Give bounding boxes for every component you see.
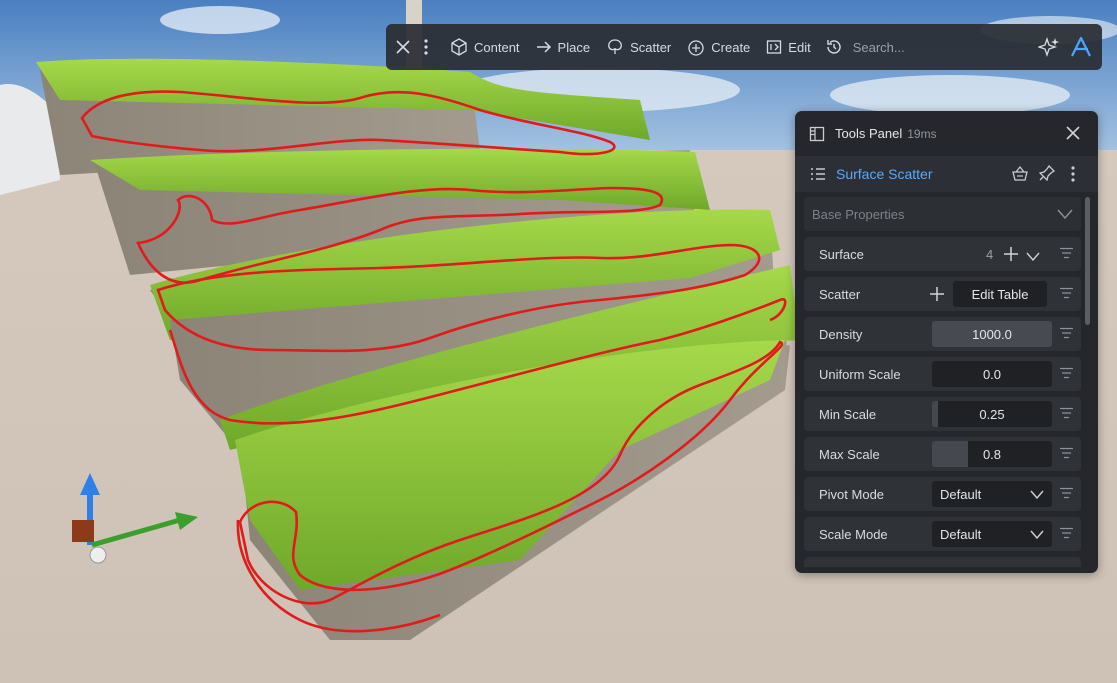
uniform-scale-label: Uniform Scale [819, 366, 901, 382]
panel-title: Tools Panel [835, 126, 903, 141]
content-button[interactable]: Content [442, 24, 528, 70]
edit-table-button[interactable]: Edit Table [953, 281, 1047, 307]
pivot-mode-label: Pivot Mode [819, 486, 885, 502]
tools-panel: Tools Panel 19ms Surface Scatter Base Pr… [795, 111, 1098, 573]
toolbar-menu-button[interactable] [420, 24, 432, 70]
row-menu-icon[interactable] [1060, 487, 1073, 499]
pivot-mode-row: Pivot Mode Default [804, 477, 1081, 511]
min-scale-row: Min Scale 0.25 [804, 397, 1081, 431]
chevron-down-icon [1026, 252, 1040, 262]
max-scale-slider[interactable]: 0.8 [932, 441, 1052, 467]
max-scale-label: Max Scale [819, 446, 880, 462]
history-icon [827, 40, 841, 54]
density-field[interactable]: 1000.0 [932, 321, 1052, 347]
close-panel-button[interactable] [1065, 125, 1081, 144]
scale-mode-label: Scale Mode [819, 526, 888, 542]
close-toolbar-button[interactable] [386, 24, 420, 70]
section-title: Base Properties [812, 206, 905, 222]
min-scale-value: 0.25 [979, 406, 1005, 422]
tree-icon [608, 39, 622, 54]
more-vertical-icon [424, 39, 428, 55]
tool-header: Surface Scatter [795, 156, 1098, 192]
next-row-partial [804, 557, 1081, 567]
edit-icon [767, 40, 782, 54]
scatter-label: Scatter [819, 286, 861, 302]
cube-icon [451, 38, 467, 56]
chevron-down-icon [1057, 209, 1073, 219]
row-menu-icon[interactable] [1060, 407, 1073, 419]
scatter-row: Scatter Edit Table [804, 277, 1081, 311]
density-label: Density [819, 326, 863, 342]
row-menu-icon[interactable] [1060, 527, 1073, 539]
chevron-down-icon [1030, 530, 1044, 539]
plus-icon [1004, 247, 1018, 261]
tool-name: Surface Scatter [836, 166, 933, 182]
min-scale-slider[interactable]: 0.25 [932, 401, 1052, 427]
place-label: Place [557, 39, 591, 55]
pin-button[interactable] [1038, 164, 1056, 184]
chevron-down-icon [1030, 490, 1044, 499]
tool-menu-button[interactable] [1071, 166, 1075, 185]
surface-label: Surface [819, 246, 864, 262]
search-box[interactable] [825, 24, 995, 70]
surface-row: Surface 4 [804, 237, 1081, 271]
max-scale-value: 0.8 [982, 446, 1002, 462]
surface-count: 4 [986, 246, 994, 262]
row-menu-icon[interactable] [1060, 327, 1073, 339]
app-logo-icon [1071, 36, 1091, 57]
create-label: Create [711, 39, 751, 55]
create-button[interactable]: Create [679, 24, 758, 70]
scale-mode-row: Scale Mode Default [804, 517, 1081, 551]
sparkle-icon [1038, 36, 1059, 58]
panel-timing: 19ms [907, 126, 937, 141]
add-surface-button[interactable] [1004, 247, 1018, 264]
row-menu-icon[interactable] [1060, 247, 1073, 259]
add-scatter-button[interactable] [930, 287, 944, 304]
viewport-toolbar: Content Place Scatter Create Edit [386, 24, 1102, 70]
base-properties-section[interactable]: Base Properties [804, 197, 1081, 231]
ai-assistant-button[interactable] [1036, 24, 1062, 70]
row-menu-icon[interactable] [1060, 447, 1073, 459]
panel-scrollbar[interactable] [1085, 197, 1090, 325]
basket-button[interactable] [1011, 165, 1029, 186]
max-scale-row: Max Scale 0.8 [804, 437, 1081, 471]
more-vertical-icon [1071, 166, 1075, 182]
close-icon [1066, 126, 1080, 140]
min-scale-fill [932, 401, 938, 427]
close-icon [396, 40, 410, 54]
add-circle-icon [688, 40, 704, 56]
pivot-mode-dropdown[interactable]: Default [932, 481, 1052, 507]
row-menu-icon[interactable] [1060, 287, 1073, 299]
pin-icon [1038, 164, 1056, 182]
basket-icon [1012, 165, 1028, 181]
max-scale-fill [932, 441, 968, 467]
app-logo-button[interactable] [1066, 24, 1096, 70]
scale-mode-dropdown[interactable]: Default [932, 521, 1052, 547]
density-row: Density 1000.0 [804, 317, 1081, 351]
edit-label: Edit [788, 39, 811, 55]
list-icon [811, 168, 825, 180]
surface-expand-button[interactable] [1026, 249, 1040, 264]
plus-icon [930, 287, 944, 301]
panel-header: Tools Panel 19ms [795, 111, 1098, 156]
min-scale-label: Min Scale [819, 406, 877, 422]
row-menu-icon[interactable] [1060, 367, 1073, 379]
scatter-label: Scatter [630, 39, 672, 55]
pivot-mode-value: Default [940, 486, 982, 502]
properties-list: Base Properties Surface 4 Scatter Edit T… [795, 197, 1098, 567]
uniform-scale-field[interactable]: 0.0 [932, 361, 1052, 387]
scale-mode-value: Default [940, 526, 982, 542]
panel-layout-icon [809, 126, 825, 141]
content-label: Content [474, 39, 520, 55]
place-button[interactable]: Place [528, 24, 599, 70]
search-input[interactable] [850, 38, 995, 56]
scatter-button[interactable]: Scatter [598, 24, 679, 70]
edit-button[interactable]: Edit [758, 24, 818, 70]
arrow-right-icon [536, 41, 551, 53]
uniform-scale-row: Uniform Scale 0.0 [804, 357, 1081, 391]
